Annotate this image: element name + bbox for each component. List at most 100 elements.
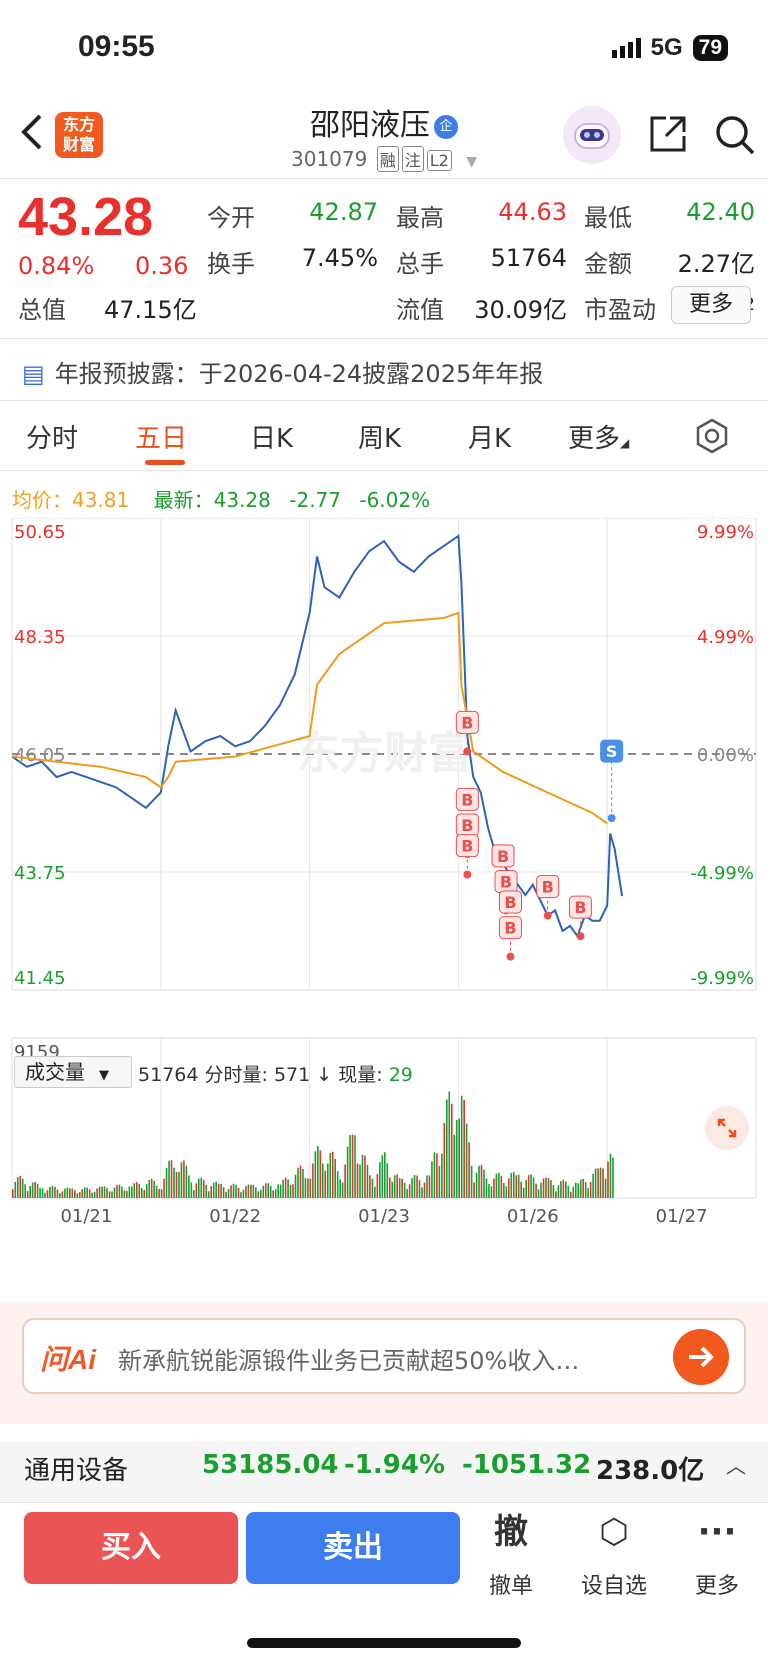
marker-label: B: [461, 790, 473, 809]
five-day-chart[interactable]: 东方财富50.65 9.99%48.35 4.99%46.05 0.00%43.75-…: [0, 518, 768, 1308]
tag-l2: L2: [426, 150, 452, 171]
volume-bar: [118, 1184, 121, 1198]
volume-bar: [460, 1095, 463, 1198]
volume-bar: [277, 1184, 279, 1198]
volume-bar: [379, 1162, 381, 1198]
volume-bar: [408, 1184, 411, 1198]
volume-bar: [138, 1183, 141, 1198]
more-actions-button[interactable]: ··· 更多: [672, 1510, 762, 1600]
volume-bar: [143, 1189, 146, 1198]
ai-headline[interactable]: 新承航锐能源锻件业务已贡献超50%收入…: [118, 1341, 648, 1376]
volume-bar: [51, 1185, 54, 1198]
tab-fenshi[interactable]: 分时: [26, 418, 78, 455]
tab-yuek[interactable]: 月K: [468, 418, 511, 455]
volume-bar: [374, 1186, 376, 1198]
y-tick-right: 4.99%: [697, 627, 754, 648]
volume-bar: [416, 1175, 418, 1198]
add-watchlist-button[interactable]: ⬡ 设自选: [569, 1510, 659, 1600]
arrow-right-icon[interactable]: [673, 1329, 729, 1385]
volume-bar: [498, 1172, 500, 1198]
volume-bar: [493, 1178, 495, 1198]
volume-bar: [267, 1183, 270, 1198]
robot-assistant-icon[interactable]: [563, 106, 621, 164]
volume-bar: [331, 1151, 334, 1198]
volume-bar: [384, 1152, 386, 1198]
volume-bar: [264, 1183, 267, 1198]
volume-bar: [354, 1135, 356, 1198]
volume-bar: [69, 1188, 71, 1198]
volume-bar: [61, 1191, 64, 1198]
volume-bar: [346, 1146, 349, 1198]
search-icon[interactable]: [714, 114, 756, 156]
change-percent: 0.84%: [18, 252, 95, 280]
tab-zhouk[interactable]: 周K: [358, 418, 401, 455]
volume-bar: [163, 1178, 165, 1198]
volume-bar: [344, 1164, 346, 1198]
more-quote-button[interactable]: 更多: [671, 286, 751, 324]
volume-bar: [411, 1178, 413, 1198]
volume-bar: [242, 1189, 245, 1198]
volume-bar: [317, 1146, 319, 1198]
volume-bar: [391, 1181, 394, 1198]
share-icon[interactable]: [648, 114, 688, 154]
volume-bar: [76, 1193, 79, 1198]
volume-selector[interactable]: 成交量 ▼: [14, 1056, 132, 1088]
volume-bar: [540, 1182, 542, 1198]
divider: [0, 338, 768, 339]
ai-logo: 问Ai: [40, 1344, 97, 1375]
chevron-up-icon[interactable]: ︿: [726, 1450, 746, 1479]
quote-label: 最高: [396, 204, 444, 232]
volume-bar: [530, 1174, 532, 1198]
notice-text: 年报预披露：于2026-04-24披露2025年年报: [54, 360, 544, 388]
volume-bar: [180, 1162, 183, 1198]
volume-bar: [86, 1187, 88, 1198]
volume-bar: [512, 1171, 515, 1198]
quote-label: 金额: [584, 250, 632, 278]
volume-bar: [483, 1169, 485, 1198]
volume-bar: [195, 1183, 198, 1198]
volume-bar: [522, 1187, 525, 1198]
signal-icon: [611, 38, 641, 58]
volume-bar: [207, 1191, 210, 1198]
volume-bar: [351, 1134, 354, 1198]
cancel-order-button[interactable]: 撤 撤单: [466, 1510, 556, 1600]
volume-bar: [29, 1186, 31, 1198]
volume-bar: [212, 1182, 215, 1198]
volume-bar: [388, 1177, 391, 1198]
volume-bar: [577, 1183, 580, 1198]
status-time: 09:55: [78, 30, 155, 63]
volume-bar: [304, 1177, 307, 1198]
volume-bar: [542, 1178, 545, 1198]
volume-bar: [193, 1190, 195, 1198]
volume-bar: [150, 1178, 153, 1198]
dropdown-icon: ▼: [99, 1068, 109, 1083]
volume-bar: [158, 1188, 160, 1198]
dots-icon: ···: [697, 1512, 737, 1552]
sell-button[interactable]: 卖出: [246, 1512, 460, 1584]
volume-bar: [165, 1167, 168, 1198]
volume-bar: [232, 1183, 235, 1198]
volume-bar: [260, 1189, 262, 1198]
marker-label: B: [461, 816, 473, 835]
tab-more[interactable]: 更多◢: [568, 418, 629, 455]
notice-row[interactable]: ▤ 年报预披露：于2026-04-24披露2025年年报: [22, 354, 543, 389]
volume-bar: [341, 1182, 344, 1198]
volume-bar: [198, 1178, 200, 1198]
tab-wuri[interactable]: 五日: [135, 418, 187, 455]
volume-bar: [36, 1183, 39, 1198]
volume-bar: [446, 1099, 448, 1198]
quote-value: 30.09亿: [474, 296, 567, 324]
volume-bar: [34, 1181, 36, 1198]
quote-label: 最低: [584, 204, 632, 232]
x-tick-label: 01/21: [60, 1206, 112, 1227]
expand-icon[interactable]: [705, 1106, 749, 1150]
volume-bar: [468, 1142, 470, 1198]
tab-rik[interactable]: 日K: [250, 418, 293, 455]
volume-bar: [287, 1179, 289, 1198]
volume-bar: [46, 1190, 49, 1198]
volume-bar: [262, 1185, 265, 1198]
volume-bar: [12, 1189, 14, 1198]
marker-label: B: [461, 837, 473, 856]
buy-button[interactable]: 买入: [24, 1512, 238, 1584]
settings-gear-icon[interactable]: [694, 418, 730, 454]
